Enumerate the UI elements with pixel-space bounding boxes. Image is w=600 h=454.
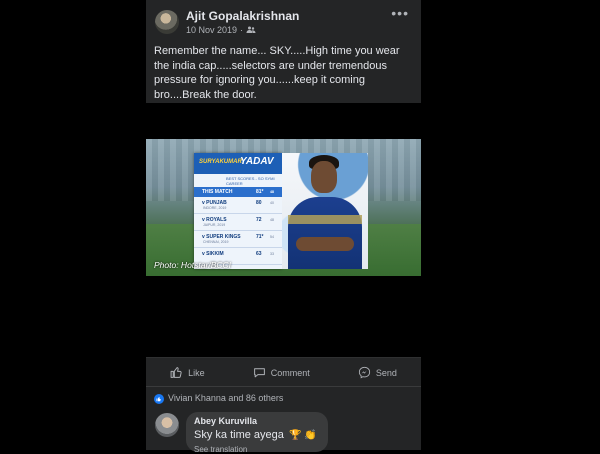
like-button[interactable]: Like [170, 366, 205, 379]
player-photo [282, 153, 368, 269]
commenter-avatar[interactable] [155, 413, 179, 437]
meta-separator: · [240, 25, 244, 35]
author-avatar[interactable] [155, 10, 179, 34]
comment-bubble: Abey Kuruvilla Sky ka time ayega 🏆 👏 See… [186, 412, 328, 454]
more-options-icon[interactable]: ••• [391, 5, 409, 21]
score-venue: CHENNAI, 2019 [203, 240, 229, 244]
this-match-value: 81* [256, 189, 264, 195]
player-first-name: SURYAKUMAR [199, 159, 242, 165]
commenter-name[interactable]: Abey Kuruvilla [194, 416, 257, 426]
score-value: 63 [256, 251, 262, 257]
thumbs-up-icon [156, 397, 161, 402]
friends-icon [246, 26, 256, 33]
stats-card-subtitle: BEST SCORES - SO SYMI CAREER [226, 176, 275, 186]
post-header: Ajit Gopalakrishnan 10 Nov 2019 · ••• Re… [146, 0, 421, 103]
messenger-icon [358, 366, 370, 379]
comment-button[interactable]: Comment [253, 366, 310, 379]
post-date[interactable]: 10 Nov 2019 [186, 25, 237, 35]
score-balls: 54 [270, 235, 274, 239]
this-match-balls: 48 [270, 190, 274, 194]
player-jersey [288, 197, 362, 269]
this-match-row: THIS MATCH 81* 48 [194, 187, 282, 197]
photo-credit: Photo: Hotstar/BCCI [154, 260, 232, 270]
post-author-name[interactable]: Ajit Gopalakrishnan [186, 9, 299, 23]
send-button[interactable]: Send [358, 366, 397, 379]
player-head [311, 161, 337, 193]
score-team: v SIKKIM [202, 251, 224, 257]
score-venue: INDORE, 2019 [203, 206, 227, 210]
comment-text: Sky ka time ayega 🏆 👏 [194, 429, 317, 441]
score-row: v ROYALS JAIPUR, 2019 72 48 [194, 214, 282, 231]
score-balls: 40 [270, 201, 274, 205]
comment-message: Sky ka time ayega [194, 429, 284, 441]
score-balls: 33 [270, 252, 274, 256]
score-value: 71* [256, 234, 264, 240]
like-reaction-icon [154, 394, 164, 404]
thumbs-up-icon [170, 367, 182, 378]
post-image[interactable]: SURYAKUMAR YADAV BEST SCORES - SO SYMI C… [146, 139, 421, 276]
stats-card: SURYAKUMAR YADAV BEST SCORES - SO SYMI C… [194, 153, 282, 269]
player-jersey-stripe [288, 215, 362, 224]
score-value: 72 [256, 217, 262, 223]
comment-section: Abey Kuruvilla Sky ka time ayega 🏆 👏 See… [146, 410, 421, 454]
score-balls: 48 [270, 218, 274, 222]
post-meta: 10 Nov 2019 · [186, 25, 256, 35]
post-actions-bar: Like Comment Send [146, 357, 421, 387]
reactions-summary[interactable]: Vivian Khanna and 86 others [146, 386, 421, 411]
comment-icon [253, 368, 265, 378]
comment-emojis: 🏆 👏 [288, 430, 317, 441]
post-text: Remember the name... SKY.....High time y… [154, 45, 400, 101]
score-venue: JAIPUR, 2019 [203, 223, 226, 227]
reaction-count: Vivian Khanna and 86 others [168, 393, 284, 403]
score-row: v SUPER KINGS CHENNAI, 2019 71* 54 [194, 231, 282, 248]
player-arms [296, 237, 354, 251]
this-match-label: THIS MATCH [202, 189, 233, 195]
stats-card-header: SURYAKUMAR YADAV [194, 153, 282, 174]
score-value: 80 [256, 200, 262, 206]
like-label: Like [188, 367, 205, 378]
score-row: v PUNJAB INDORE, 2019 80 40 [194, 197, 282, 214]
player-last-name: YADAV [240, 156, 274, 167]
comment-label: Comment [270, 367, 310, 378]
send-label: Send [375, 367, 397, 378]
